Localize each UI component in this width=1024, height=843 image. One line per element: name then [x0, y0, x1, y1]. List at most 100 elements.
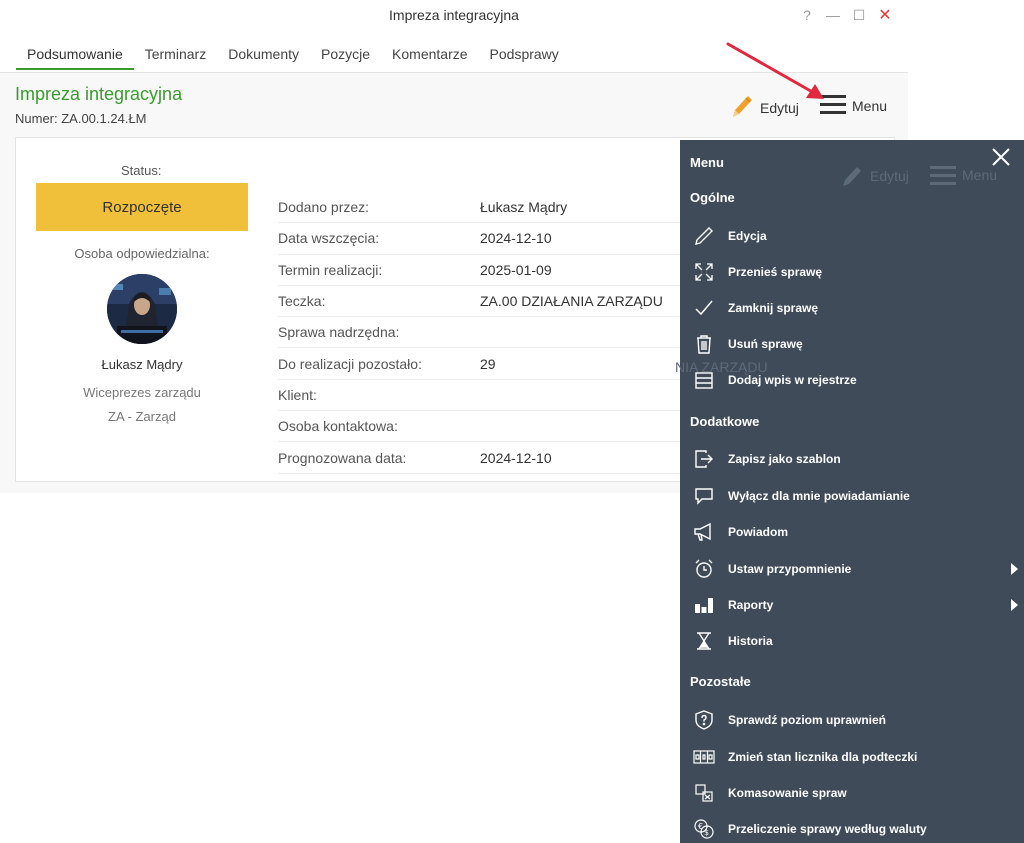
- menu-item-edycja[interactable]: Edycja: [680, 221, 1024, 251]
- menu-item-label: Przeliczenie sprawy według waluty: [728, 822, 927, 836]
- field-row: Do realizacji pozostało: 29: [278, 348, 680, 380]
- menu-item-label: Raporty: [728, 598, 774, 612]
- field-row: Sprawa nadrzędna:: [278, 317, 680, 349]
- window-title: Impreza integracyjna: [389, 7, 519, 23]
- field-label: Osoba kontaktowa:: [278, 418, 398, 435]
- ghost-edit-label: Edytuj: [870, 168, 909, 184]
- menu-item-historia[interactable]: Historia: [680, 626, 1024, 656]
- menu-item-label: Edycja: [728, 229, 767, 243]
- menu-item-label: Zapisz jako szablon: [728, 452, 841, 466]
- menu-item-raporty[interactable]: Raporty: [680, 590, 1024, 620]
- close-window-button[interactable]: ✕: [872, 4, 898, 26]
- menu-item-label: Usuń sprawę: [728, 337, 803, 351]
- menu-item-label: Przenieś sprawę: [728, 265, 823, 279]
- avatar[interactable]: [107, 274, 177, 344]
- menu-item-przenies-sprawe[interactable]: Przenieś sprawę: [680, 257, 1024, 287]
- field-label: Teczka:: [278, 293, 326, 310]
- menu-title: Menu: [690, 155, 724, 170]
- field-row: Termin realizacji: 2025-01-09: [278, 255, 680, 286]
- tab-komentarze[interactable]: Komentarze: [381, 42, 478, 70]
- svg-text:$: $: [704, 828, 709, 837]
- tab-bar: Podsumowanie Terminarz Dokumenty Pozycje…: [16, 42, 570, 72]
- ghost-edit-button: Edytuj: [840, 164, 909, 188]
- person-department: ZA - Zarząd: [108, 409, 176, 424]
- ghost-hamburger-icon: [930, 166, 956, 185]
- section-title-pozostale: Pozostałe: [690, 674, 751, 689]
- field-label: Do realizacji pozostało:: [278, 355, 422, 372]
- person-role: Wiceprezes zarządu: [83, 385, 201, 400]
- trash-icon: [680, 329, 728, 359]
- menu-item-label: Sprawdź poziom uprawnień: [728, 713, 887, 727]
- annotation-arrow-icon: [726, 42, 824, 99]
- move-arrows-icon: [680, 257, 728, 287]
- field-row: Osoba kontaktowa:: [278, 411, 680, 443]
- tab-terminarz[interactable]: Terminarz: [134, 42, 217, 70]
- shield-question-icon: [680, 705, 728, 735]
- section-title-ogolne: Ogólne: [690, 190, 735, 205]
- register-icon: [680, 365, 728, 395]
- minimize-button[interactable]: —: [820, 4, 846, 26]
- menu-item-dodaj-wpis[interactable]: Dodaj wpis w rejestrze: [680, 365, 1024, 395]
- menu-label: Menu: [852, 97, 888, 114]
- ghost-pencil-icon: [843, 167, 861, 186]
- menu-item-label: Ustaw przypomnienie: [728, 562, 852, 576]
- svg-text:€: €: [698, 822, 703, 831]
- menu-item-label: Zmień stan licznika dla podteczki: [728, 750, 918, 764]
- export-icon: [680, 444, 728, 474]
- maximize-button[interactable]: ☐: [846, 4, 872, 26]
- title-bar: Impreza integracyjna ? — ☐ ✕: [0, 0, 908, 30]
- counter-icon: [680, 742, 728, 772]
- page-title: Impreza integracyjna: [15, 84, 183, 104]
- menu-item-zapisz-szablon[interactable]: Zapisz jako szablon: [680, 444, 1024, 474]
- field-label: Dodano przez:: [278, 199, 370, 216]
- field-row: Klient:: [278, 380, 680, 412]
- section-title-dodatkowe: Dodatkowe: [690, 414, 760, 429]
- menu-item-ustaw-przypomnienie[interactable]: Ustaw przypomnienie: [680, 554, 1024, 584]
- field-label: Sprawa nadrzędna:: [278, 324, 400, 341]
- field-row: Dodano przez: Łukasz Mądry: [278, 192, 680, 224]
- checkmark-icon: [680, 293, 728, 323]
- tab-dokumenty[interactable]: Dokumenty: [217, 42, 310, 70]
- alarm-clock-icon: [680, 554, 728, 584]
- menu-item-sprawdz-uprawnienia[interactable]: Sprawdź poziom uprawnień: [680, 705, 1024, 735]
- menu-item-wylacz-powiadamianie[interactable]: Wyłącz dla mnie powiadamianie: [680, 481, 1024, 511]
- ghost-menu-button: Menu: [930, 164, 997, 186]
- field-value: Łukasz Mądry: [480, 199, 568, 216]
- menu-item-zmien-licznik[interactable]: Zmień stan licznika dla podteczki: [680, 742, 1024, 772]
- field-value: ZA.00 DZIAŁANIA ZARZĄDU: [480, 293, 663, 310]
- responsible-label: Osoba odpowiedzialna:: [74, 246, 210, 261]
- field-row: Data wszczęcia: 2024-12-10: [278, 223, 680, 255]
- field-row: Prognozowana data: 2024-12-10: [278, 442, 680, 474]
- field-value: 29: [480, 355, 496, 372]
- menu-item-komasowanie[interactable]: Komasowanie spraw: [680, 778, 1024, 808]
- bar-chart-icon: [680, 590, 728, 620]
- tab-podsprawy[interactable]: Podsprawy: [479, 42, 570, 70]
- window-controls: ? — ☐ ✕: [794, 4, 898, 26]
- field-label: Prognozowana data:: [278, 449, 407, 466]
- menu-item-usun-sprawe[interactable]: Usuń sprawę: [680, 329, 1024, 359]
- menu-item-zamknij-sprawe[interactable]: Zamknij sprawę: [680, 293, 1024, 323]
- status-badge: Rozpoczęte: [36, 183, 248, 231]
- field-label: Data wszczęcia:: [278, 230, 380, 247]
- menu-item-label: Komasowanie spraw: [728, 786, 847, 800]
- tab-podsumowanie[interactable]: Podsumowanie: [16, 42, 134, 70]
- field-row: Teczka: ZA.00 DZIAŁANIA ZARZĄDU: [278, 286, 680, 318]
- menu-item-przeliczenie-waluty[interactable]: € $ Przeliczenie sprawy według waluty: [680, 814, 1024, 843]
- help-button[interactable]: ?: [794, 4, 820, 26]
- menu-item-powiadom[interactable]: Powiadom: [680, 517, 1024, 547]
- menu-item-label: Wyłącz dla mnie powiadamianie: [728, 489, 910, 503]
- side-menu-panel: Edytuj Menu NIA ZARZĄDU Menu Ogólne Edyc…: [675, 140, 1024, 843]
- menu-item-label: Zamknij sprawę: [728, 301, 819, 315]
- close-icon[interactable]: [990, 146, 1012, 168]
- merge-icon: [680, 778, 728, 808]
- speech-bubble-icon: [680, 481, 728, 511]
- tab-pozycje[interactable]: Pozycje: [310, 42, 381, 70]
- menu-item-label: Powiadom: [728, 525, 789, 539]
- status-label: Status:: [121, 163, 162, 178]
- field-value: 2025-01-09: [480, 261, 552, 278]
- person-name: Łukasz Mądry: [101, 357, 183, 372]
- case-number: Numer: ZA.00.1.24.ŁM: [15, 111, 147, 126]
- submenu-arrow-icon: [1011, 599, 1018, 611]
- menu-item-label: Dodaj wpis w rejestrze: [728, 373, 857, 387]
- case-fields: Dodano przez: Łukasz Mądry Data wszczęci…: [278, 192, 680, 474]
